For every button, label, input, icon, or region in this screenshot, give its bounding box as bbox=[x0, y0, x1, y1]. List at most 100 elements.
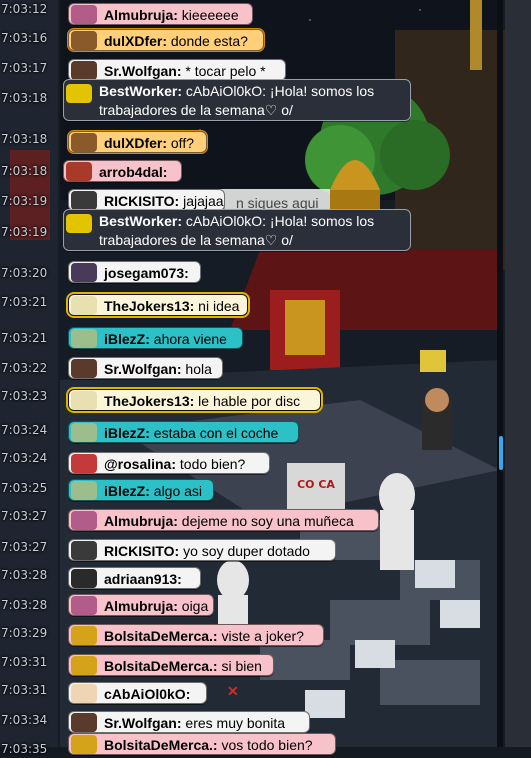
chat-bubble[interactable]: BolsitaDeMerca.: viste a joker? bbox=[68, 624, 324, 646]
chat-bubble[interactable]: Almubruja: dejeme no soy una muñeca bbox=[68, 509, 379, 531]
chat-bubble[interactable]: cAbAiOl0kO: bbox=[68, 682, 207, 704]
chat-username[interactable]: BolsitaDeMerca.: bbox=[104, 628, 218, 644]
chat-bubble[interactable]: adriaan913: bbox=[68, 567, 201, 589]
avatar-adriaan913-icon[interactable] bbox=[71, 569, 97, 588]
message-timestamp: 7:03:22 bbox=[1, 361, 48, 375]
message-timestamp: 7:03:28 bbox=[1, 598, 48, 612]
chat-username[interactable]: BestWorker: bbox=[99, 83, 182, 99]
chat-bubble[interactable]: iBlezZ: estaba con el coche bbox=[68, 421, 299, 443]
chat-bubble[interactable]: BestWorker: cAbAiOl0kO: ¡Hola! somos los… bbox=[63, 79, 411, 121]
chat-bubble[interactable]: RICKISITO: jajajaa bbox=[68, 189, 225, 211]
chat-username[interactable]: Sr.Wolfgan: bbox=[104, 63, 182, 79]
avatar-bolsitademerca-icon[interactable] bbox=[71, 735, 97, 754]
message-timestamp: 7:03:18 bbox=[1, 132, 48, 146]
chat-username[interactable]: TheJokers13: bbox=[104, 298, 194, 314]
chat-username[interactable]: Sr.Wolfgan: bbox=[104, 361, 182, 377]
avatar-bolsitademerca-icon[interactable] bbox=[71, 656, 97, 675]
message-timestamp: 7:03:31 bbox=[1, 655, 48, 669]
chat-scrollbar-thumb[interactable] bbox=[499, 436, 503, 470]
avatar-bestworker-icon[interactable] bbox=[66, 214, 92, 233]
message-timestamp: 7:03:24 bbox=[1, 423, 48, 437]
chat-message-text: ahora viene bbox=[149, 331, 227, 347]
avatar-rosalina-icon[interactable] bbox=[71, 454, 97, 473]
chat-username[interactable]: iBlezZ: bbox=[104, 425, 150, 441]
chat-bubble[interactable]: Almubruja: kieeeeee bbox=[68, 3, 253, 25]
chat-bubble[interactable]: Sr.Wolfgan: * tocar pelo * bbox=[68, 59, 286, 81]
chat-bubble[interactable]: @rosalina: todo bien? bbox=[68, 452, 270, 474]
chat-bubble[interactable]: Almubruja: oiga bbox=[68, 594, 214, 616]
message-timestamp: 7:03:21 bbox=[1, 295, 48, 309]
chat-username[interactable]: adriaan913: bbox=[104, 571, 182, 587]
chat-bubble[interactable]: iBlezZ: ahora viene bbox=[68, 327, 243, 349]
chat-username[interactable]: TheJokers13: bbox=[104, 393, 194, 409]
avatar-cabaiol0ko-icon[interactable] bbox=[71, 684, 97, 703]
chat-bubble[interactable]: TheJokers13: le hable por disc bbox=[68, 389, 321, 411]
chat-username[interactable]: iBlezZ: bbox=[104, 331, 150, 347]
chat-bubble[interactable]: josegam073: bbox=[68, 261, 201, 283]
chat-message-text: oiga bbox=[177, 598, 209, 614]
chat-message-text: hola bbox=[181, 361, 212, 377]
chat-bubble[interactable]: iBlezZ: algo asi bbox=[68, 479, 214, 501]
chat-username[interactable]: Almubruja: bbox=[104, 598, 178, 614]
chat-scrollbar-track[interactable] bbox=[497, 0, 503, 747]
chat-username[interactable]: BolsitaDeMerca.: bbox=[104, 658, 218, 674]
close-icon[interactable]: ✕ bbox=[227, 683, 239, 700]
avatar-rickisito-icon[interactable] bbox=[71, 541, 97, 560]
chat-bubble[interactable]: BestWorker: cAbAiOl0kO: ¡Hola! somos los… bbox=[63, 209, 411, 251]
chat-message-text: vos todo bien? bbox=[217, 737, 313, 753]
message-timestamp: 7:03:25 bbox=[1, 481, 48, 495]
avatar-thejokers13-icon[interactable] bbox=[71, 296, 97, 315]
chat-username[interactable]: iBlezZ: bbox=[104, 483, 150, 499]
chat-username[interactable]: RICKISITO: bbox=[104, 543, 179, 559]
chat-bubble[interactable]: TheJokers13: ni idea bbox=[68, 294, 248, 316]
avatar-srwolfgan-icon[interactable] bbox=[71, 61, 97, 80]
avatar-dulxdfer-icon[interactable] bbox=[71, 31, 97, 50]
chat-username[interactable]: Sr.Wolfgan: bbox=[104, 715, 182, 731]
chat-username[interactable]: arrob4dal: bbox=[99, 164, 167, 180]
message-timestamp: 7:03:29 bbox=[1, 626, 48, 640]
chat-message-text: yo soy duper dotado bbox=[179, 543, 310, 559]
chat-bubble[interactable]: dulXDfer: donde esta? bbox=[68, 29, 264, 51]
avatar-srwolfgan-icon[interactable] bbox=[71, 359, 97, 378]
avatar-bolsitademerca-icon[interactable] bbox=[71, 626, 97, 645]
chat-bubble[interactable]: dulXDfer: off? bbox=[68, 131, 207, 153]
chat-message-text: jajajaa bbox=[179, 193, 224, 209]
chat-bubble[interactable]: Sr.Wolfgan: eres muy bonita bbox=[68, 711, 310, 733]
chat-username[interactable]: dulXDfer: bbox=[104, 33, 167, 49]
chat-username[interactable]: cAbAiOl0kO: bbox=[104, 686, 190, 702]
chat-username[interactable]: @rosalina: bbox=[104, 456, 176, 472]
chat-bubble[interactable]: BolsitaDeMerca.: vos todo bien? bbox=[68, 733, 336, 755]
chat-message-text: le hable por disc bbox=[194, 393, 301, 409]
chat-bubble[interactable]: Sr.Wolfgan: hola bbox=[68, 357, 223, 379]
chat-bubble[interactable]: BolsitaDeMerca.: si bien bbox=[68, 654, 274, 676]
chat-username[interactable]: Almubruja: bbox=[104, 7, 178, 23]
avatar-iblezz-icon[interactable] bbox=[71, 423, 97, 442]
avatar-srwolfgan-icon[interactable] bbox=[71, 713, 97, 732]
avatar-dulxdfer-icon[interactable] bbox=[71, 133, 97, 152]
avatar-arrob4dal-icon[interactable] bbox=[66, 162, 92, 181]
avatar-almubruja-icon[interactable] bbox=[71, 5, 97, 24]
message-timestamp: 7:03:35 bbox=[1, 742, 48, 756]
message-timestamp: 7:03:27 bbox=[1, 540, 48, 554]
chat-bubble[interactable]: RICKISITO: yo soy duper dotado bbox=[68, 539, 336, 561]
avatar-almubruja-icon[interactable] bbox=[71, 596, 97, 615]
avatar-rickisito-icon[interactable] bbox=[71, 191, 97, 210]
message-timestamp: 7:03:12 bbox=[1, 2, 48, 16]
chat-username[interactable]: josegam073: bbox=[104, 265, 189, 281]
message-timestamp: 7:03:23 bbox=[1, 389, 48, 403]
chat-bubble[interactable]: arrob4dal: bbox=[63, 160, 182, 182]
avatar-almubruja-icon[interactable] bbox=[71, 511, 97, 530]
chat-username[interactable]: Almubruja: bbox=[104, 513, 178, 529]
chat-username[interactable]: BolsitaDeMerca.: bbox=[104, 737, 218, 753]
avatar-iblezz-icon[interactable] bbox=[71, 481, 97, 500]
message-timestamp: 7:03:17 bbox=[1, 61, 48, 75]
chat-username[interactable]: dulXDfer: bbox=[104, 135, 167, 151]
chat-message-text: todo bien? bbox=[176, 456, 246, 472]
chat-username[interactable]: RICKISITO: bbox=[104, 193, 179, 209]
avatar-bestworker-icon[interactable] bbox=[66, 84, 92, 103]
avatar-thejokers13-icon[interactable] bbox=[71, 391, 97, 410]
chat-username[interactable]: BestWorker: bbox=[99, 213, 182, 229]
chat-message-text: eres muy bonita bbox=[181, 715, 286, 731]
avatar-josegam073-icon[interactable] bbox=[71, 263, 97, 282]
avatar-iblezz-icon[interactable] bbox=[71, 329, 97, 348]
